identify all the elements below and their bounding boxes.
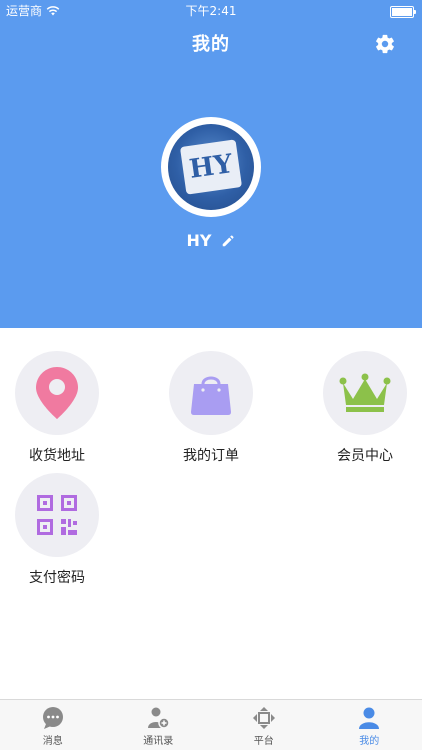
menu-label: 会员中心 [337,448,393,464]
menu-icon-circle [323,351,407,435]
bottom-tab-bar: 消息 通讯录 平台 我的 [0,699,422,750]
tab-label: 通讯录 [143,736,174,747]
platform-diamond-icon [252,707,275,729]
tab-messages[interactable]: 消息 [0,700,106,750]
status-bar: 运营商 下午2:41 [0,0,422,22]
contacts-icon [148,707,170,729]
avatar-logo: HY [179,139,243,195]
tab-label: 消息 [42,736,63,747]
profile-header: 运营商 下午2:41 我的 HY HY [0,0,422,328]
tab-label: 平台 [253,736,274,747]
tab-platform[interactable]: 平台 [211,700,317,750]
location-pin-icon [36,367,78,419]
battery-icon [390,6,416,18]
user-icon [359,707,380,729]
edit-pencil-icon[interactable] [221,234,235,248]
shopping-bag-icon [191,376,231,415]
menu-label: 收货地址 [29,448,85,464]
qr-code-icon [37,495,77,535]
menu-item-address[interactable]: 收货地址 [7,351,107,465]
menu-label: 支付密码 [29,570,85,586]
menu-icon-circle [15,473,99,557]
menu-icon-circle [169,351,253,435]
tab-label: 我的 [359,736,380,747]
menu-icon-circle [15,351,99,435]
menu-label: 我的订单 [183,448,239,464]
tab-me[interactable]: 我的 [317,700,422,750]
crown-icon [339,373,391,412]
avatar-image: HY [168,124,254,210]
menu-item-member-center[interactable]: 会员中心 [315,351,415,465]
menu-item-payment-password[interactable]: 支付密码 [7,473,107,587]
status-time: 下午2:41 [185,4,237,18]
username-row: HY [0,231,422,250]
avatar[interactable]: HY [161,117,261,217]
tab-contacts[interactable]: 通讯录 [106,700,212,750]
settings-gear-icon[interactable] [374,33,396,55]
menu-item-orders[interactable]: 我的订单 [161,351,261,465]
page-title: 我的 [192,34,230,55]
chat-bubble-icon [42,707,63,729]
username: HY [186,231,212,250]
